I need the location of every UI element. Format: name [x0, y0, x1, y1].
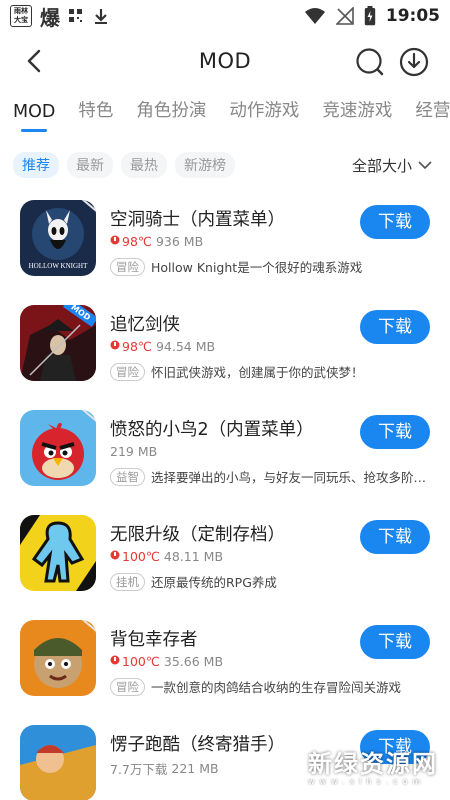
- wifi-icon: [304, 8, 325, 24]
- genre-tag: 冒险: [110, 362, 145, 381]
- qr-icon: [69, 9, 82, 22]
- download-count: 7.7万下载: [110, 762, 168, 777]
- game-name: 追忆剑侠: [110, 315, 180, 335]
- genre-tag: 冒险: [110, 257, 145, 276]
- tab-mod[interactable]: MOD: [13, 102, 55, 136]
- game-list: HOLLOW KNIGHT 空洞骑士（内置菜单） 98℃ 936 MB 冒险 H…: [0, 194, 450, 800]
- desc-text: 怀旧武侠游戏，创建属于你的武侠梦！: [151, 365, 364, 380]
- filter-recommended[interactable]: 推荐: [13, 152, 59, 178]
- thermometer-icon: [110, 340, 120, 350]
- download-button[interactable]: 下载: [360, 205, 430, 239]
- game-meta: 100℃ 48.11 MB: [110, 549, 223, 564]
- back-arrow-icon: [27, 49, 41, 73]
- desc-text: 选择要弹出的小鸟，与好友一同玩乐、抢攻多阶…: [151, 470, 427, 485]
- chevron-down-icon: [418, 161, 432, 170]
- game-description: 冒险 怀旧武侠游戏，创建属于你的武侠梦！: [110, 362, 430, 381]
- watermark-logo-icon: [266, 750, 300, 784]
- game-description: 冒险 Hollow Knight是一个很好的魂系游戏: [110, 257, 430, 276]
- search-button[interactable]: [354, 46, 386, 78]
- game-meta: 7.7万下载 221 MB: [110, 759, 219, 778]
- game-description: 益智 选择要弹出的小鸟，与好友一同玩乐、抢攻多阶…: [110, 467, 430, 486]
- download-button[interactable]: 下载: [360, 625, 430, 659]
- game-description: 冒险 一款创意的肉鸽结合收纳的生存冒险闯关游戏: [110, 677, 430, 696]
- tab-rpg[interactable]: 角色扮演: [136, 97, 206, 136]
- thermometer-icon: [110, 655, 120, 665]
- game-name: 背包幸存者: [110, 630, 198, 650]
- list-item[interactable]: HOLLOW KNIGHT 空洞骑士（内置菜单） 98℃ 936 MB 冒险 H…: [0, 194, 450, 299]
- no-signal-icon: [335, 7, 354, 25]
- list-item[interactable]: 背包幸存者 100℃ 35.66 MB 冒险 一款创意的肉鸽结合收纳的生存冒险闯…: [0, 614, 450, 719]
- filter-bar: 推荐 最新 最热 新游榜 全部大小: [0, 136, 450, 194]
- thermometer-icon: [110, 550, 120, 560]
- temperature: 98℃: [110, 339, 152, 354]
- filter-newest[interactable]: 最新: [67, 152, 113, 178]
- game-icon-swordsman: MOD: [20, 305, 96, 381]
- list-item[interactable]: MOD 追忆剑侠 98℃ 94.54 MB 冒险 怀旧武侠游戏，创建属于你的武侠…: [0, 299, 450, 404]
- game-name: 空洞骑士（内置菜单）: [110, 210, 285, 230]
- filter-new-games-chart[interactable]: 新游榜: [175, 152, 235, 178]
- search-icon: [356, 48, 384, 76]
- download-button[interactable]: 下载: [360, 415, 430, 449]
- download-manager-button[interactable]: [398, 46, 430, 78]
- boom-icon: 爆: [40, 5, 60, 30]
- list-item[interactable]: 愤怒的小鸟2（内置菜单） 219 MB 益智 选择要弹出的小鸟，与好友一同玩乐、…: [0, 404, 450, 509]
- temperature: 98℃: [110, 234, 152, 249]
- file-size: 219 MB: [110, 444, 158, 459]
- game-meta: 98℃ 94.54 MB: [110, 339, 215, 354]
- hollow-knight-logo-text: HOLLOW KNIGHT: [29, 262, 88, 270]
- file-size: 936 MB: [155, 234, 204, 249]
- temperature: 100℃: [110, 654, 160, 669]
- category-tabs: MOD 特色 角色扮演 动作游戏 竞速游戏 经营: [0, 90, 450, 136]
- filter-hottest[interactable]: 最热: [121, 152, 167, 178]
- thermometer-icon: [110, 235, 120, 245]
- game-name: 愤怒的小鸟2（内置菜单）: [110, 420, 314, 440]
- watermark-url: www.xlhs.com: [308, 776, 426, 786]
- tab-action[interactable]: 动作游戏: [229, 97, 299, 136]
- back-button[interactable]: [18, 45, 50, 77]
- genre-tag: 冒险: [110, 677, 145, 696]
- app-badge-icon: 雨林 大宝: [10, 5, 32, 27]
- list-item[interactable]: 无限升级（定制存档） 100℃ 48.11 MB 挂机 还原最传统的RPG养成 …: [0, 509, 450, 614]
- download-circle-icon: [399, 47, 429, 77]
- file-size: 35.66 MB: [163, 654, 224, 669]
- game-icon-backpack-survivor: [20, 620, 96, 696]
- desc-text: 还原最传统的RPG养成: [151, 575, 277, 590]
- watermark: 新绿资源网 www.xlhs.com: [262, 748, 438, 788]
- game-icon-infinite-upgrade: [20, 515, 96, 591]
- game-meta: 98℃ 936 MB: [110, 234, 203, 249]
- tab-racing[interactable]: 竞速游戏: [322, 97, 392, 136]
- game-name: 愣子跑酷（终寄猎手）: [110, 735, 285, 755]
- file-size: 94.54 MB: [155, 339, 216, 354]
- status-bar: 雨林 大宝 爆 19:05: [0, 0, 450, 32]
- tab-featured[interactable]: 特色: [78, 97, 113, 136]
- game-icon-runner: [20, 725, 96, 800]
- battery-icon: [364, 6, 376, 26]
- game-description: 挂机 还原最传统的RPG养成: [110, 572, 430, 591]
- download-button[interactable]: 下载: [360, 520, 430, 554]
- size-filter-dropdown[interactable]: 全部大小: [352, 155, 432, 176]
- header: MOD: [0, 32, 450, 90]
- genre-tag: 挂机: [110, 572, 145, 591]
- size-filter-label: 全部大小: [351, 157, 412, 175]
- game-icon-hollow-knight: HOLLOW KNIGHT: [20, 200, 96, 276]
- tab-management[interactable]: 经营: [415, 97, 450, 136]
- download-status-icon: [95, 9, 107, 24]
- clock: 19:05: [385, 6, 440, 26]
- genre-tag: 益智: [110, 467, 145, 486]
- game-meta: 219 MB: [110, 444, 157, 459]
- game-name: 无限升级（定制存档）: [110, 525, 285, 545]
- game-icon-angry-birds: [20, 410, 96, 486]
- desc-text: Hollow Knight是一个很好的魂系游戏: [151, 260, 363, 275]
- watermark-text: 新绿资源网: [308, 749, 438, 778]
- game-meta: 100℃ 35.66 MB: [110, 654, 223, 669]
- page-title: MOD: [198, 49, 252, 73]
- temperature: 100℃: [110, 549, 160, 564]
- file-size: 221 MB: [171, 761, 219, 776]
- file-size: 48.11 MB: [163, 549, 224, 564]
- desc-text: 一款创意的肉鸽结合收纳的生存冒险闯关游戏: [151, 680, 402, 695]
- download-button[interactable]: 下载: [360, 310, 430, 344]
